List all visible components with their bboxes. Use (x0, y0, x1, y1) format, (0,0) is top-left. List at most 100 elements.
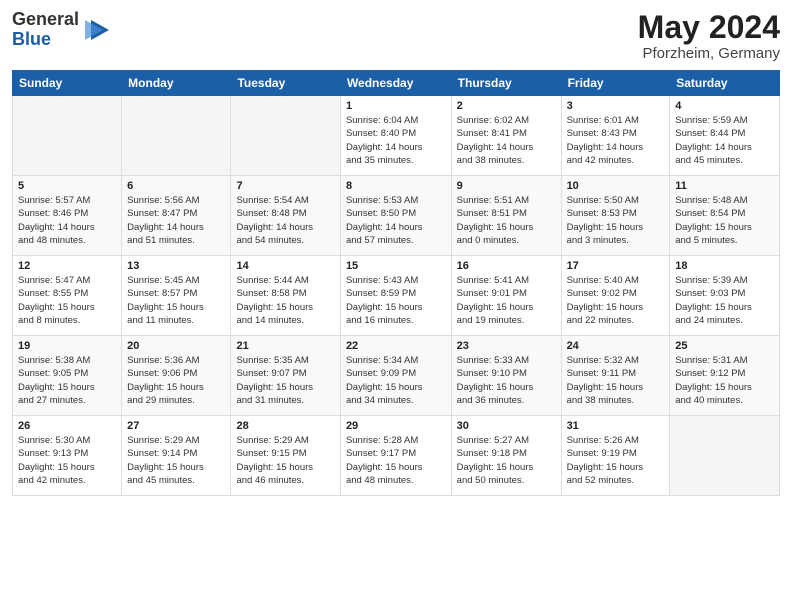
day-number: 22 (346, 340, 446, 352)
calendar-cell: 22 Sunrise: 5:34 AM Sunset: 9:09 PM Dayli… (340, 336, 451, 416)
day-info: Sunrise: 5:26 AM Sunset: 9:19 PM Dayligh… (567, 434, 665, 487)
day-info: Sunrise: 5:53 AM Sunset: 8:50 PM Dayligh… (346, 194, 446, 247)
month-title: May 2024 (638, 10, 780, 45)
day-number: 10 (567, 180, 665, 192)
calendar-cell: 8 Sunrise: 5:53 AM Sunset: 8:50 PM Daylig… (340, 176, 451, 256)
day-number: 31 (567, 420, 665, 432)
day-number: 25 (675, 340, 774, 352)
day-number: 4 (675, 100, 774, 112)
day-info: Sunrise: 5:41 AM Sunset: 9:01 PM Dayligh… (457, 274, 556, 327)
calendar-cell: 30 Sunrise: 5:27 AM Sunset: 9:18 PM Dayli… (451, 416, 561, 496)
day-info: Sunrise: 5:40 AM Sunset: 9:02 PM Dayligh… (567, 274, 665, 327)
day-info: Sunrise: 5:48 AM Sunset: 8:54 PM Dayligh… (675, 194, 774, 247)
calendar-week-row: 1 Sunrise: 6:04 AM Sunset: 8:40 PM Daylig… (13, 96, 780, 176)
calendar-cell: 2Sunrise: 6:02 AM Sunset: 8:41 PM Daylig… (451, 96, 561, 176)
day-info: Sunrise: 5:47 AM Sunset: 8:55 PM Dayligh… (18, 274, 116, 327)
calendar-cell: 29 Sunrise: 5:28 AM Sunset: 9:17 PM Dayli… (340, 416, 451, 496)
day-info: Sunrise: 5:51 AM Sunset: 8:51 PM Dayligh… (457, 194, 556, 247)
day-info: Sunrise: 5:35 AM Sunset: 9:07 PM Dayligh… (236, 354, 334, 407)
day-info: Sunrise: 5:57 AM Sunset: 8:46 PM Dayligh… (18, 194, 116, 247)
day-info: Sunrise: 5:30 AM Sunset: 9:13 PM Dayligh… (18, 434, 116, 487)
day-info: Sunrise: 5:59 AM Sunset: 8:44 PM Dayligh… (675, 114, 774, 167)
day-info: Sunrise: 5:29 AM Sunset: 9:15 PM Dayligh… (236, 434, 334, 487)
day-info: Sunrise: 5:50 AM Sunset: 8:53 PM Dayligh… (567, 194, 665, 247)
day-number: 24 (567, 340, 665, 352)
calendar-cell: 4 Sunrise: 5:59 AM Sunset: 8:44 PM Daylig… (670, 96, 780, 176)
weekday-header-row: SundayMondayTuesdayWednesdayThursdayFrid… (13, 71, 780, 96)
day-number: 29 (346, 420, 446, 432)
day-info: Sunrise: 5:31 AM Sunset: 9:12 PM Dayligh… (675, 354, 774, 407)
calendar-cell: 6 Sunrise: 5:56 AM Sunset: 8:47 PM Daylig… (122, 176, 231, 256)
weekday-header-saturday: Saturday (670, 71, 780, 96)
weekday-header-thursday: Thursday (451, 71, 561, 96)
calendar-week-row: 12 Sunrise: 5:47 AM Sunset: 8:55 PM Dayli… (13, 256, 780, 336)
calendar-week-row: 19Sunrise: 5:38 AM Sunset: 9:05 PM Dayli… (13, 336, 780, 416)
header: General Blue May 2024 Pforzheim, Germany (12, 10, 780, 62)
day-number: 6 (127, 180, 225, 192)
calendar-cell: 23 Sunrise: 5:33 AM Sunset: 9:10 PM Dayli… (451, 336, 561, 416)
day-info: Sunrise: 5:28 AM Sunset: 9:17 PM Dayligh… (346, 434, 446, 487)
day-number: 14 (236, 260, 334, 272)
calendar-cell: 15Sunrise: 5:43 AM Sunset: 8:59 PM Dayli… (340, 256, 451, 336)
calendar-cell: 11 Sunrise: 5:48 AM Sunset: 8:54 PM Dayli… (670, 176, 780, 256)
day-info: Sunrise: 5:27 AM Sunset: 9:18 PM Dayligh… (457, 434, 556, 487)
day-number: 21 (236, 340, 334, 352)
calendar-cell: 19Sunrise: 5:38 AM Sunset: 9:05 PM Dayli… (13, 336, 122, 416)
calendar-cell: 31 Sunrise: 5:26 AM Sunset: 9:19 PM Dayli… (561, 416, 670, 496)
day-number: 1 (346, 100, 446, 112)
day-info: Sunrise: 5:34 AM Sunset: 9:09 PM Dayligh… (346, 354, 446, 407)
page-container: General Blue May 2024 Pforzheim, Germany… (0, 0, 792, 508)
day-number: 17 (567, 260, 665, 272)
day-info: Sunrise: 5:33 AM Sunset: 9:10 PM Dayligh… (457, 354, 556, 407)
logo-blue-text: Blue (12, 29, 51, 49)
calendar-cell: 21 Sunrise: 5:35 AM Sunset: 9:07 PM Dayli… (231, 336, 340, 416)
calendar-cell: 1 Sunrise: 6:04 AM Sunset: 8:40 PM Daylig… (340, 96, 451, 176)
day-number: 7 (236, 180, 334, 192)
day-number: 23 (457, 340, 556, 352)
calendar-cell: 20 Sunrise: 5:36 AM Sunset: 9:06 PM Dayli… (122, 336, 231, 416)
logo-general-text: General (12, 9, 79, 29)
title-block: May 2024 Pforzheim, Germany (638, 10, 780, 62)
day-number: 18 (675, 260, 774, 272)
calendar-cell: 9 Sunrise: 5:51 AM Sunset: 8:51 PM Daylig… (451, 176, 561, 256)
calendar-cell: 16 Sunrise: 5:41 AM Sunset: 9:01 PM Dayli… (451, 256, 561, 336)
calendar-cell: 12 Sunrise: 5:47 AM Sunset: 8:55 PM Dayli… (13, 256, 122, 336)
day-number: 26 (18, 420, 116, 432)
day-info: Sunrise: 5:38 AM Sunset: 9:05 PM Dayligh… (18, 354, 116, 407)
day-info: Sunrise: 6:01 AM Sunset: 8:43 PM Dayligh… (567, 114, 665, 167)
calendar-cell: 5 Sunrise: 5:57 AM Sunset: 8:46 PM Daylig… (13, 176, 122, 256)
day-number: 8 (346, 180, 446, 192)
day-number: 9 (457, 180, 556, 192)
day-number: 30 (457, 420, 556, 432)
day-number: 16 (457, 260, 556, 272)
calendar-cell: 14 Sunrise: 5:44 AM Sunset: 8:58 PM Dayli… (231, 256, 340, 336)
calendar-table: SundayMondayTuesdayWednesdayThursdayFrid… (12, 70, 780, 496)
day-info: Sunrise: 6:04 AM Sunset: 8:40 PM Dayligh… (346, 114, 446, 167)
day-info: Sunrise: 5:44 AM Sunset: 8:58 PM Dayligh… (236, 274, 334, 327)
day-info: Sunrise: 5:32 AM Sunset: 9:11 PM Dayligh… (567, 354, 665, 407)
calendar-week-row: 26 Sunrise: 5:30 AM Sunset: 9:13 PM Dayli… (13, 416, 780, 496)
weekday-header-monday: Monday (122, 71, 231, 96)
calendar-cell: 3 Sunrise: 6:01 AM Sunset: 8:43 PM Daylig… (561, 96, 670, 176)
day-info: Sunrise: 5:39 AM Sunset: 9:03 PM Dayligh… (675, 274, 774, 327)
day-info: Sunrise: 5:54 AM Sunset: 8:48 PM Dayligh… (236, 194, 334, 247)
day-info: Sunrise: 5:36 AM Sunset: 9:06 PM Dayligh… (127, 354, 225, 407)
day-number: 2 (457, 100, 556, 112)
calendar-cell: 7 Sunrise: 5:54 AM Sunset: 8:48 PM Daylig… (231, 176, 340, 256)
weekday-header-wednesday: Wednesday (340, 71, 451, 96)
calendar-cell: 27Sunrise: 5:29 AM Sunset: 9:14 PM Dayli… (122, 416, 231, 496)
day-number: 5 (18, 180, 116, 192)
day-number: 13 (127, 260, 225, 272)
calendar-cell: 13Sunrise: 5:45 AM Sunset: 8:57 PM Dayli… (122, 256, 231, 336)
weekday-header-tuesday: Tuesday (231, 71, 340, 96)
day-info: Sunrise: 5:43 AM Sunset: 8:59 PM Dayligh… (346, 274, 446, 327)
day-number: 12 (18, 260, 116, 272)
weekday-header-sunday: Sunday (13, 71, 122, 96)
day-number: 3 (567, 100, 665, 112)
day-info: Sunrise: 5:56 AM Sunset: 8:47 PM Dayligh… (127, 194, 225, 247)
logo: General Blue (12, 10, 111, 50)
day-info: Sunrise: 5:29 AM Sunset: 9:14 PM Dayligh… (127, 434, 225, 487)
day-number: 20 (127, 340, 225, 352)
logo-icon (83, 16, 111, 44)
day-number: 11 (675, 180, 774, 192)
